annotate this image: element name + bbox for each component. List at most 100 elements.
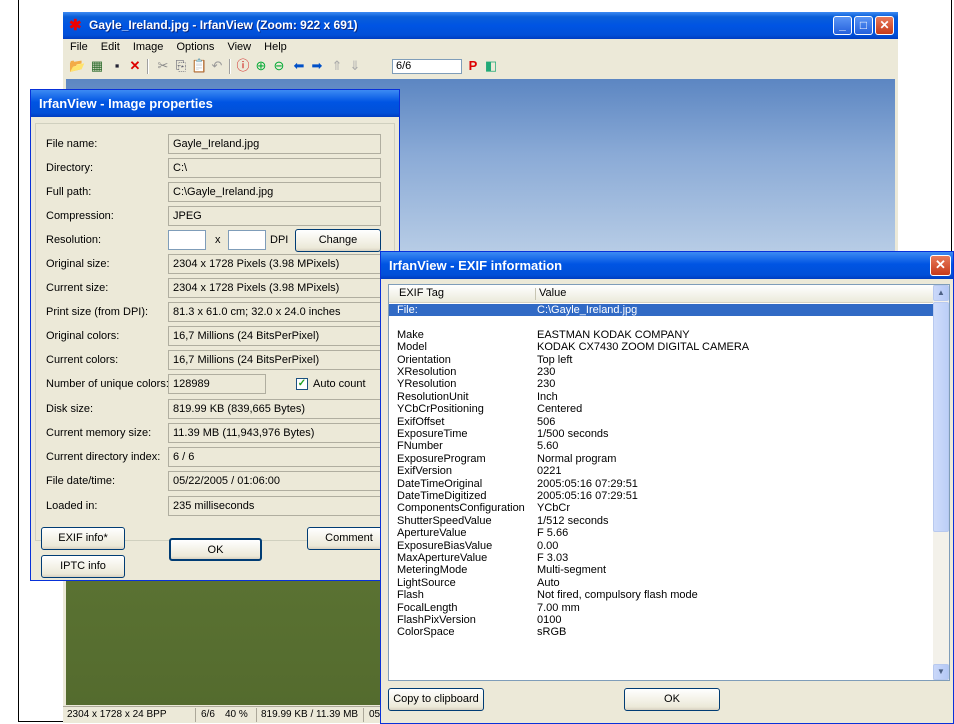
status-index: 6/6 [201, 709, 215, 720]
exif-tag-cell: ExifOffset [397, 415, 445, 428]
exif-row[interactable]: MaxApertureValue F 3.03 [389, 552, 935, 564]
paste-icon[interactable]: 📋 [191, 58, 207, 74]
scroll-up-icon[interactable]: ▲ [933, 285, 949, 301]
cut-icon[interactable]: ✂ [155, 58, 171, 74]
exif-row[interactable]: MeteringMode Multi-segment [389, 564, 935, 576]
exif-row[interactable]: File: C:\Gayle_Ireland.jpg [389, 304, 935, 316]
exif-close-button[interactable]: ✕ [930, 255, 951, 276]
exif-row[interactable]: ShutterSpeedValue 1/512 seconds [389, 515, 935, 527]
copy-to-clipboard-button[interactable]: Copy to clipboard [388, 688, 484, 711]
exif-row[interactable]: ExposureProgram Normal program [389, 453, 935, 465]
exif-tag-cell: MaxApertureValue [397, 552, 488, 564]
previous-arrow-icon[interactable]: ⬅ [291, 58, 307, 74]
exif-value-cell: Inch [537, 390, 558, 403]
exif-row[interactable]: FocalLength 7.00 mm [389, 602, 935, 614]
exif-row[interactable]: DateTimeDigitized 2005:05:16 07:29:51 [389, 490, 935, 502]
color-palette-icon[interactable]: ◧ [483, 58, 499, 74]
print-icon[interactable]: P [465, 58, 481, 74]
menu-help[interactable]: Help [264, 39, 287, 55]
minimize-button[interactable]: _ [833, 16, 852, 35]
slideshow-icon[interactable]: ▦ [89, 58, 105, 74]
first-file-icon[interactable]: ⇑ [329, 58, 345, 74]
resolution-y-input[interactable] [228, 230, 266, 250]
exif-tag-cell: ExposureProgram [397, 452, 486, 465]
resolution-x-input[interactable] [168, 230, 206, 250]
exif-row[interactable]: ExposureTime 1/500 seconds [389, 428, 935, 440]
label-current-size: Current size: [46, 282, 109, 294]
exif-value-cell: 0100 [537, 614, 562, 626]
exif-row[interactable]: LightSource Auto [389, 577, 935, 589]
info-icon[interactable]: ⓘ [235, 58, 251, 74]
comment-button[interactable]: Comment [307, 527, 391, 550]
exif-row[interactable]: YCbCrPositioning Centered [389, 403, 935, 415]
main-titlebar[interactable]: ✱ Gayle_Ireland.jpg - IrfanView (Zoom: 9… [63, 12, 898, 39]
exif-row[interactable]: ResolutionUnit Inch [389, 391, 935, 403]
exif-row[interactable]: Orientation Top left [389, 354, 935, 366]
label-original-size: Original size: [46, 258, 110, 270]
open-folder-icon[interactable]: 📂 [69, 58, 85, 74]
exif-titlebar[interactable]: IrfanView - EXIF information ✕ [381, 252, 953, 279]
exif-vertical-scrollbar[interactable]: ▲ ▼ [933, 285, 949, 680]
save-icon[interactable]: ▪ [109, 58, 125, 74]
header-value[interactable]: Value [539, 287, 566, 299]
value-original-colors: 16,7 Millions (24 BitsPerPixel) [168, 326, 381, 346]
exif-tag-cell: ApertureValue [397, 527, 467, 540]
iptc-info-button[interactable]: IPTC info [41, 555, 125, 578]
exif-value-cell: YCbCr [537, 502, 571, 515]
next-arrow-icon[interactable]: ➡ [309, 58, 325, 74]
menu-options[interactable]: Options [176, 39, 214, 55]
menu-view[interactable]: View [227, 39, 251, 55]
scroll-down-icon[interactable]: ▼ [933, 664, 949, 680]
change-button[interactable]: Change [295, 229, 381, 252]
toolbar: 📂 ▦ ▪ ✕ ✂ ⎘ 📋 ↶ ⓘ ⊕ ⊖ ⬅ ➡ ⇑ ⇓ P ◧ [63, 55, 898, 77]
status-dimensions: 2304 x 1728 x 24 BPP [67, 709, 167, 720]
exif-row[interactable]: ExposureBiasValue 0.00 [389, 540, 935, 552]
exif-list[interactable]: EXIF Tag Value File: C:\Gayle_Ireland.jpg… [388, 284, 950, 681]
exif-tag-cell: File: [397, 304, 418, 316]
exif-row[interactable]: YResolution 230 [389, 378, 935, 390]
header-exif-tag[interactable]: EXIF Tag [399, 287, 444, 299]
exif-row[interactable] [389, 316, 935, 328]
maximize-button[interactable]: □ [854, 16, 873, 35]
exif-row[interactable]: FNumber 5.60 [389, 440, 935, 452]
exif-row[interactable]: Flash Not fired, compulsory flash mode [389, 589, 935, 601]
properties-titlebar[interactable]: IrfanView - Image properties [31, 90, 399, 117]
exif-info-button[interactable]: EXIF info* [41, 527, 125, 550]
exif-tag-cell: Make [397, 328, 424, 341]
auto-count-checkbox[interactable]: ✓ [296, 378, 308, 390]
menu-image[interactable]: Image [133, 39, 164, 55]
exif-value-cell: Not fired, compulsory flash mode [537, 589, 698, 602]
exif-row[interactable]: DateTimeOriginal 2005:05:16 07:29:51 [389, 478, 935, 490]
copy-icon[interactable]: ⎘ [173, 58, 189, 74]
exif-value-cell: KODAK CX7430 ZOOM DIGITAL CAMERA [537, 341, 750, 354]
exif-row[interactable]: XResolution 230 [389, 366, 935, 378]
label-resolution: Resolution: [46, 234, 102, 246]
exif-row[interactable]: ApertureValue F 5.66 [389, 527, 935, 539]
close-button[interactable]: ✕ [875, 16, 894, 35]
auto-count-label[interactable]: Auto count [313, 378, 366, 390]
exif-value-cell: Top left [537, 353, 573, 366]
exif-ok-button[interactable]: OK [624, 688, 720, 711]
page-number-field[interactable]: 6/6 [392, 59, 462, 74]
exif-tag-cell: MeteringMode [397, 564, 468, 577]
exif-row[interactable]: ExifVersion 0221 [389, 465, 935, 477]
exif-row[interactable]: ColorSpace sRGB [389, 626, 935, 638]
exif-row[interactable]: Model KODAK CX7430 ZOOM DIGITAL CAMERA [389, 341, 935, 353]
zoom-out-icon[interactable]: ⊖ [271, 58, 287, 74]
exif-row[interactable]: ComponentsConfiguration YCbCr [389, 502, 935, 514]
exif-row[interactable]: FlashPixVersion 0100 [389, 614, 935, 626]
exif-value-cell: 2005:05:16 07:29:51 [537, 477, 638, 490]
zoom-in-icon[interactable]: ⊕ [253, 58, 269, 74]
value-unique-colors: 128989 [168, 374, 266, 394]
delete-icon[interactable]: ✕ [127, 58, 143, 74]
exif-tag-cell: Model [397, 341, 427, 354]
menu-file[interactable]: File [70, 39, 88, 55]
exif-value-cell: Normal program [537, 452, 617, 465]
scrollbar-thumb[interactable] [933, 302, 949, 532]
last-file-icon[interactable]: ⇓ [347, 58, 363, 74]
exif-row[interactable]: ExifOffset 506 [389, 416, 935, 428]
undo-icon[interactable]: ↶ [209, 58, 225, 74]
properties-ok-button[interactable]: OK [169, 538, 262, 561]
exif-row[interactable]: Make EASTMAN KODAK COMPANY [389, 329, 935, 341]
menu-edit[interactable]: Edit [101, 39, 120, 55]
